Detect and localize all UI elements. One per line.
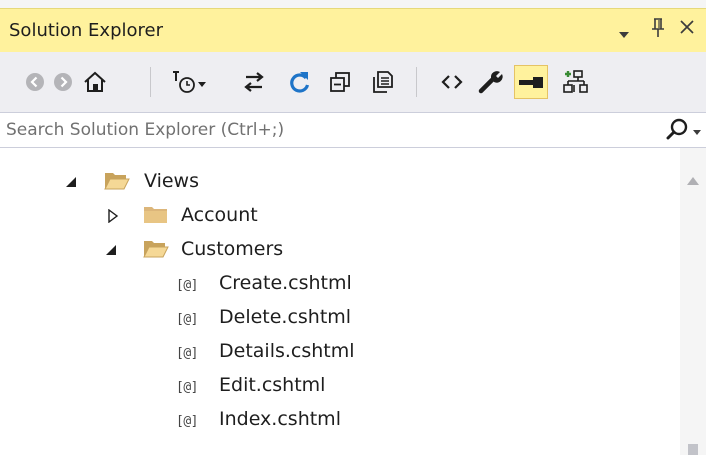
collapsed-arrow-icon[interactable] bbox=[106, 208, 120, 224]
forward-arrow-icon[interactable] bbox=[50, 65, 76, 99]
tree-item-customers[interactable]: Customers bbox=[0, 233, 680, 267]
tree-item-label: Delete.cshtml bbox=[219, 306, 352, 328]
code-icon[interactable] bbox=[438, 65, 466, 99]
sync-icon[interactable] bbox=[240, 65, 268, 99]
scroll-up-arrow-icon[interactable] bbox=[687, 170, 699, 189]
tree-item-file[interactable]: [@] Create.cshtml bbox=[0, 267, 680, 301]
tree-item-label: Create.cshtml bbox=[219, 272, 352, 294]
tree-item-file[interactable]: [@] Index.cshtml bbox=[0, 403, 680, 437]
razor-file-icon: [@] bbox=[176, 278, 198, 293]
tree-item-file[interactable]: [@] Edit.cshtml bbox=[0, 369, 680, 403]
folder-icon bbox=[143, 205, 169, 229]
tree-item-file[interactable]: [@] Delete.cshtml bbox=[0, 301, 680, 335]
collapse-all-icon[interactable] bbox=[326, 65, 354, 99]
preview-icon[interactable] bbox=[514, 65, 548, 99]
pin-icon[interactable] bbox=[651, 18, 665, 43]
folder-open-icon bbox=[104, 171, 130, 195]
tree-item-label: Views bbox=[144, 170, 199, 192]
tree-item-label: Details.cshtml bbox=[219, 340, 355, 362]
tree-item-label: Index.cshtml bbox=[219, 408, 341, 430]
razor-file-icon: [@] bbox=[176, 312, 198, 327]
show-all-files-icon[interactable] bbox=[368, 65, 398, 99]
folder-open-icon bbox=[143, 239, 169, 263]
search-input[interactable] bbox=[6, 119, 646, 141]
tree-item-file[interactable]: [@] Details.cshtml bbox=[0, 335, 680, 369]
class-diagram-icon[interactable] bbox=[558, 65, 590, 99]
close-icon[interactable] bbox=[679, 16, 695, 40]
search-options-dropdown-icon[interactable] bbox=[693, 128, 701, 139]
refresh-icon[interactable] bbox=[286, 65, 314, 99]
panel-title: Solution Explorer bbox=[9, 20, 163, 41]
razor-file-icon: [@] bbox=[176, 346, 198, 361]
tree-item-views[interactable]: Views bbox=[0, 165, 680, 199]
panel-title-bar: Solution Explorer bbox=[0, 8, 706, 52]
home-icon[interactable] bbox=[80, 65, 110, 99]
tree-item-account[interactable]: Account bbox=[0, 199, 680, 233]
razor-file-icon: [@] bbox=[176, 414, 198, 429]
toolbar bbox=[0, 52, 706, 112]
pending-changes-filter-icon[interactable] bbox=[170, 65, 208, 99]
solution-tree: Views Account Customers [@] Create.cshtm… bbox=[0, 148, 680, 455]
search-box bbox=[0, 112, 706, 148]
dropdown-icon[interactable] bbox=[618, 23, 630, 44]
toolbar-separator bbox=[150, 67, 151, 97]
expanded-arrow-icon[interactable] bbox=[64, 174, 78, 188]
tree-item-label: Edit.cshtml bbox=[219, 374, 326, 396]
expanded-arrow-icon[interactable] bbox=[104, 242, 118, 256]
vertical-scrollbar[interactable] bbox=[680, 148, 706, 455]
wrench-icon[interactable] bbox=[476, 65, 506, 99]
tree-item-label: Account bbox=[181, 204, 258, 226]
back-arrow-icon[interactable] bbox=[22, 65, 48, 99]
scrollbar-thumb[interactable] bbox=[688, 444, 698, 455]
toolbar-separator bbox=[416, 67, 417, 97]
razor-file-icon: [@] bbox=[176, 380, 198, 395]
tree-item-label: Customers bbox=[181, 238, 284, 260]
search-icon[interactable] bbox=[666, 118, 688, 146]
solution-explorer-panel: Solution Explorer Search Solution Explor… bbox=[0, 0, 706, 455]
